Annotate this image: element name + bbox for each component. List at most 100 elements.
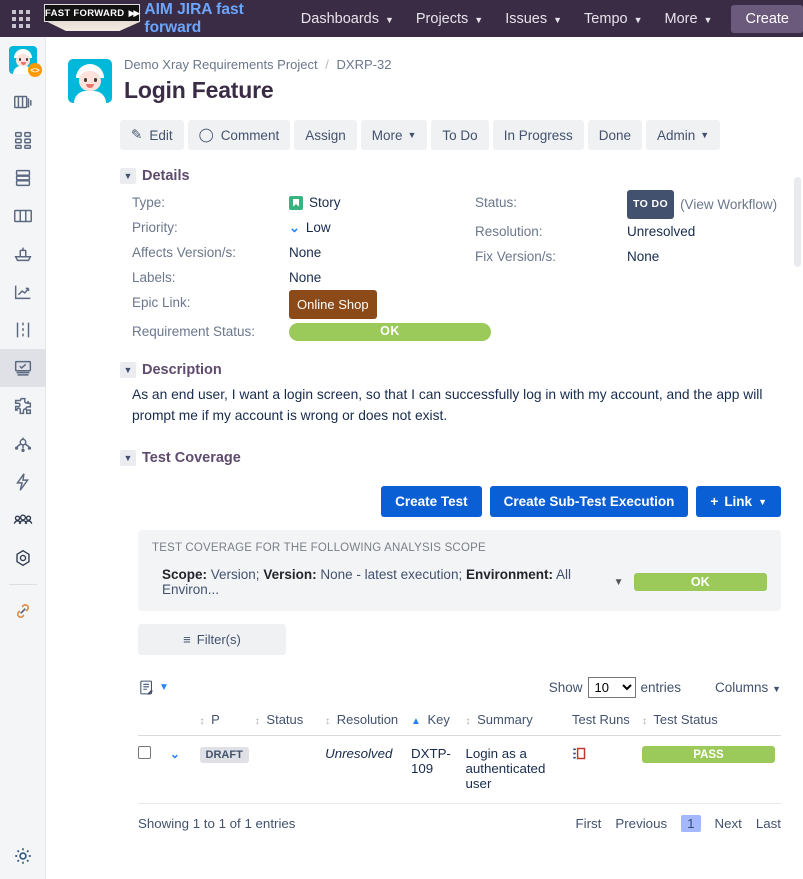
columns-menu[interactable]: Columns ▼ bbox=[715, 680, 781, 695]
sidebar-item-automation[interactable] bbox=[0, 425, 46, 463]
scope-dropdown-caret-icon[interactable]: ▼ bbox=[614, 577, 624, 588]
assign-button[interactable]: Assign bbox=[294, 120, 357, 150]
sidebar-item-roadmap[interactable] bbox=[0, 311, 46, 349]
scope-summary-text: Scope: Version; Version: None - latest e… bbox=[152, 567, 604, 597]
entries-per-page-select[interactable]: 102550100 bbox=[587, 677, 636, 698]
sidebar-item-reports[interactable] bbox=[0, 273, 46, 311]
nav-item-dashboards[interactable]: Dashboards ▼ bbox=[290, 0, 405, 37]
sidebar-item-test-coverage[interactable] bbox=[0, 349, 46, 387]
brand-title[interactable]: AIM JIRA fast forward bbox=[144, 1, 289, 37]
epic-link-badge[interactable]: Online Shop bbox=[289, 290, 377, 319]
pencil-icon: ✎ bbox=[131, 127, 143, 142]
priority-low-chevron-icon: ⌄ bbox=[289, 220, 300, 235]
chevron-down-icon: ▼ bbox=[633, 14, 643, 25]
more-button[interactable]: More ▼ bbox=[360, 120, 428, 150]
breadcrumb-issue-key-link[interactable]: DXRP-32 bbox=[337, 57, 392, 72]
sort-arrow-icon: ↕ bbox=[642, 716, 647, 727]
export-menu[interactable]: ▼ bbox=[138, 679, 169, 696]
sort-arrow-asc-icon: ▲ bbox=[410, 716, 421, 727]
project-sidebar: <> bbox=[0, 37, 46, 879]
nav-item-tempo[interactable]: Tempo ▼ bbox=[573, 0, 653, 37]
details-section-header[interactable]: ▼ Details bbox=[120, 168, 803, 184]
breadcrumb-project-link[interactable]: Demo Xray Requirements Project bbox=[124, 57, 318, 72]
comment-button[interactable]: ◯ Comment bbox=[187, 120, 291, 150]
done-transition-button[interactable]: Done bbox=[587, 120, 643, 150]
col-status[interactable]: ↕ Status bbox=[255, 712, 325, 736]
sidebar-item-project-settings[interactable] bbox=[0, 837, 46, 875]
content-scrollbar[interactable] bbox=[794, 177, 801, 267]
chevron-down-icon: ▼ bbox=[772, 684, 781, 694]
inprogress-transition-button[interactable]: In Progress bbox=[492, 120, 584, 150]
row-checkbox[interactable] bbox=[138, 746, 151, 759]
view-workflow-link[interactable]: (View Workflow) bbox=[680, 192, 777, 217]
sidebar-item-backlog[interactable] bbox=[0, 83, 46, 121]
cell-status bbox=[255, 736, 325, 804]
breadcrumb: Demo Xray Requirements Project / DXRP-32 bbox=[124, 55, 391, 72]
sidebar-item-project-avatar[interactable]: <> bbox=[0, 37, 46, 83]
sidebar-item-deployments[interactable] bbox=[0, 235, 46, 273]
nav-item-more[interactable]: More ▼ bbox=[654, 0, 724, 37]
sidebar-item-activity[interactable] bbox=[0, 463, 46, 501]
chevron-down-icon: ▼ bbox=[700, 130, 710, 140]
todo-transition-button[interactable]: To Do bbox=[431, 120, 489, 150]
field-value-resolution: Unresolved bbox=[627, 224, 696, 239]
chart-trend-icon bbox=[14, 285, 31, 300]
test-coverage-section-header[interactable]: ▼ Test Coverage bbox=[120, 450, 803, 466]
sidebar-item-links[interactable] bbox=[0, 592, 46, 630]
pagination-previous[interactable]: Previous bbox=[615, 816, 667, 831]
admin-button[interactable]: Admin ▼ bbox=[646, 120, 721, 150]
issue-key-link[interactable]: DXTP-109 bbox=[411, 746, 451, 776]
pagination-last[interactable]: Last bbox=[756, 816, 781, 831]
edit-button[interactable]: ✎ Edit bbox=[120, 120, 184, 150]
col-test-status[interactable]: ↕ Test Status bbox=[642, 712, 781, 736]
link-button[interactable]: + Link ▼ bbox=[696, 486, 781, 517]
col-priority[interactable]: ↕ P bbox=[200, 712, 255, 736]
button-label: Create Test bbox=[395, 494, 468, 509]
showing-entries-text: Showing 1 to 1 of 1 entries bbox=[138, 816, 296, 831]
nav-item-issues[interactable]: Issues ▼ bbox=[494, 0, 573, 37]
pagination-first[interactable]: First bbox=[576, 816, 602, 831]
pagination-next[interactable]: Next bbox=[715, 816, 742, 831]
summary-text: Login as a authenticated user bbox=[465, 746, 546, 791]
chevron-down-icon: ▼ bbox=[120, 168, 136, 184]
create-test-button[interactable]: Create Test bbox=[381, 486, 482, 517]
field-label-type: Type: bbox=[132, 195, 166, 210]
col-summary[interactable]: ↕ Summary bbox=[466, 712, 573, 736]
filters-button[interactable]: ≡ Filter(s) bbox=[138, 624, 286, 655]
sidebar-item-kanban-board[interactable] bbox=[0, 197, 46, 235]
button-label: Admin bbox=[657, 127, 696, 143]
pagination-page-1[interactable]: 1 bbox=[681, 815, 701, 832]
cell-expand: ⌄ bbox=[170, 736, 200, 804]
details-right-column: Status: TO DO (View Workflow) Resolution… bbox=[475, 190, 777, 344]
sidebar-item-components[interactable] bbox=[0, 539, 46, 577]
field-label-epic-link: Epic Link: bbox=[132, 295, 191, 310]
expand-row-chevron-icon[interactable]: ⌄ bbox=[170, 747, 180, 761]
people-group-icon bbox=[13, 514, 33, 525]
issue-header: Demo Xray Requirements Project / DXRP-32… bbox=[46, 37, 803, 104]
col-key[interactable]: ▲ Key bbox=[411, 712, 466, 736]
cell-summary: Login as a authenticated user bbox=[466, 736, 573, 804]
sidebar-item-active-sprints[interactable] bbox=[0, 121, 46, 159]
chevron-down-icon: ▼ bbox=[758, 496, 767, 507]
sidebar-item-people[interactable] bbox=[0, 501, 46, 539]
sidebar-item-releases[interactable] bbox=[0, 159, 46, 197]
test-coverage-table: ↕ P ↕ Status ↕ Resolution ▲ Key ↕ Summar… bbox=[138, 712, 781, 804]
atom-node-icon bbox=[14, 437, 32, 453]
create-sub-test-execution-button[interactable]: Create Sub-Test Execution bbox=[489, 486, 689, 517]
sidebar-item-add-ons[interactable] bbox=[0, 387, 46, 425]
filter-funnel-icon: ≡ bbox=[183, 632, 191, 647]
table-row[interactable]: ⌄ DRAFT Unresolved DXTP-109 Login as a a… bbox=[138, 736, 781, 804]
app-switcher-button[interactable] bbox=[0, 0, 42, 37]
story-bookmark-icon bbox=[289, 195, 303, 210]
fast-forward-logo[interactable]: FAST FORWARD ▶▶ bbox=[43, 0, 140, 37]
field-value-requirement-status: OK bbox=[289, 319, 491, 344]
nav-label: Tempo bbox=[584, 10, 628, 27]
col-resolution[interactable]: ↕ Resolution bbox=[325, 712, 411, 736]
nav-item-projects[interactable]: Projects ▼ bbox=[405, 0, 494, 37]
description-section-header[interactable]: ▼ Description bbox=[120, 362, 803, 378]
test-runs-icon[interactable] bbox=[572, 746, 587, 761]
field-value-labels: None bbox=[289, 270, 322, 285]
details-panel: Type: Story Priority: ⌄ Low Affects Vers… bbox=[132, 190, 803, 344]
hexagon-target-icon bbox=[16, 549, 30, 567]
create-button[interactable]: Create bbox=[731, 4, 803, 33]
